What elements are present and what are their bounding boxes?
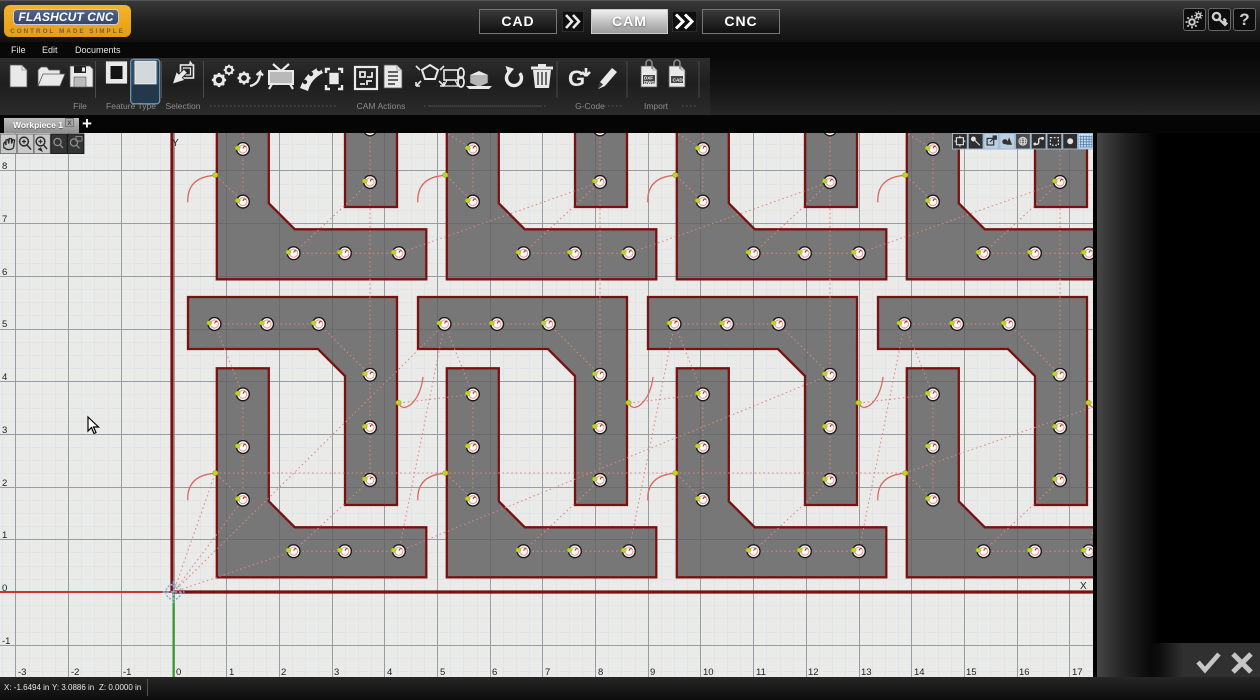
svg-text:DWG: DWG xyxy=(644,80,655,85)
svg-text:14: 14 xyxy=(914,667,925,677)
svg-text:-3: -3 xyxy=(18,667,26,677)
svg-text:1: 1 xyxy=(2,530,7,541)
svg-text:5: 5 xyxy=(2,319,7,330)
svg-text:CAD: CAD xyxy=(673,78,684,84)
svg-text:17: 17 xyxy=(1072,667,1083,677)
svg-text:10: 10 xyxy=(703,667,714,677)
svg-text:Y: Y xyxy=(172,138,179,149)
svg-text:3: 3 xyxy=(2,425,7,436)
svg-text:15: 15 xyxy=(966,667,977,677)
svg-text:1: 1 xyxy=(229,667,234,677)
svg-text:9: 9 xyxy=(650,667,655,677)
svg-text:13: 13 xyxy=(861,667,872,677)
svg-text:X: X xyxy=(1080,581,1087,592)
svg-text:Feature Type: Feature Type xyxy=(106,101,156,111)
svg-text:8: 8 xyxy=(2,161,7,172)
svg-text:3: 3 xyxy=(334,667,339,677)
svg-text:Import: Import xyxy=(644,101,669,111)
svg-text:6: 6 xyxy=(2,267,7,278)
svg-text:6: 6 xyxy=(492,667,497,677)
svg-text:16: 16 xyxy=(1019,667,1030,677)
svg-text:G: G xyxy=(568,66,585,91)
svg-text:5: 5 xyxy=(440,667,445,677)
svg-text:-1: -1 xyxy=(123,667,131,677)
svg-text:CAM Actions: CAM Actions xyxy=(357,101,406,111)
svg-text:2: 2 xyxy=(2,478,7,489)
svg-text:7: 7 xyxy=(2,214,7,225)
svg-text:8: 8 xyxy=(598,667,603,677)
svg-text:0: 0 xyxy=(176,667,181,677)
svg-text:File: File xyxy=(73,101,87,111)
svg-text:0: 0 xyxy=(2,583,7,594)
svg-text:4: 4 xyxy=(2,372,7,383)
svg-text:11: 11 xyxy=(756,667,766,677)
svg-text:-2: -2 xyxy=(71,667,79,677)
svg-text:4: 4 xyxy=(387,667,392,677)
svg-text:?: ? xyxy=(1239,10,1249,29)
svg-text:12: 12 xyxy=(808,667,819,677)
svg-text:7: 7 xyxy=(545,667,550,677)
svg-text:-1: -1 xyxy=(2,636,10,647)
svg-text:Selection: Selection xyxy=(166,101,201,111)
svg-text:2: 2 xyxy=(281,667,286,677)
svg-text:G-Code: G-Code xyxy=(575,101,605,111)
